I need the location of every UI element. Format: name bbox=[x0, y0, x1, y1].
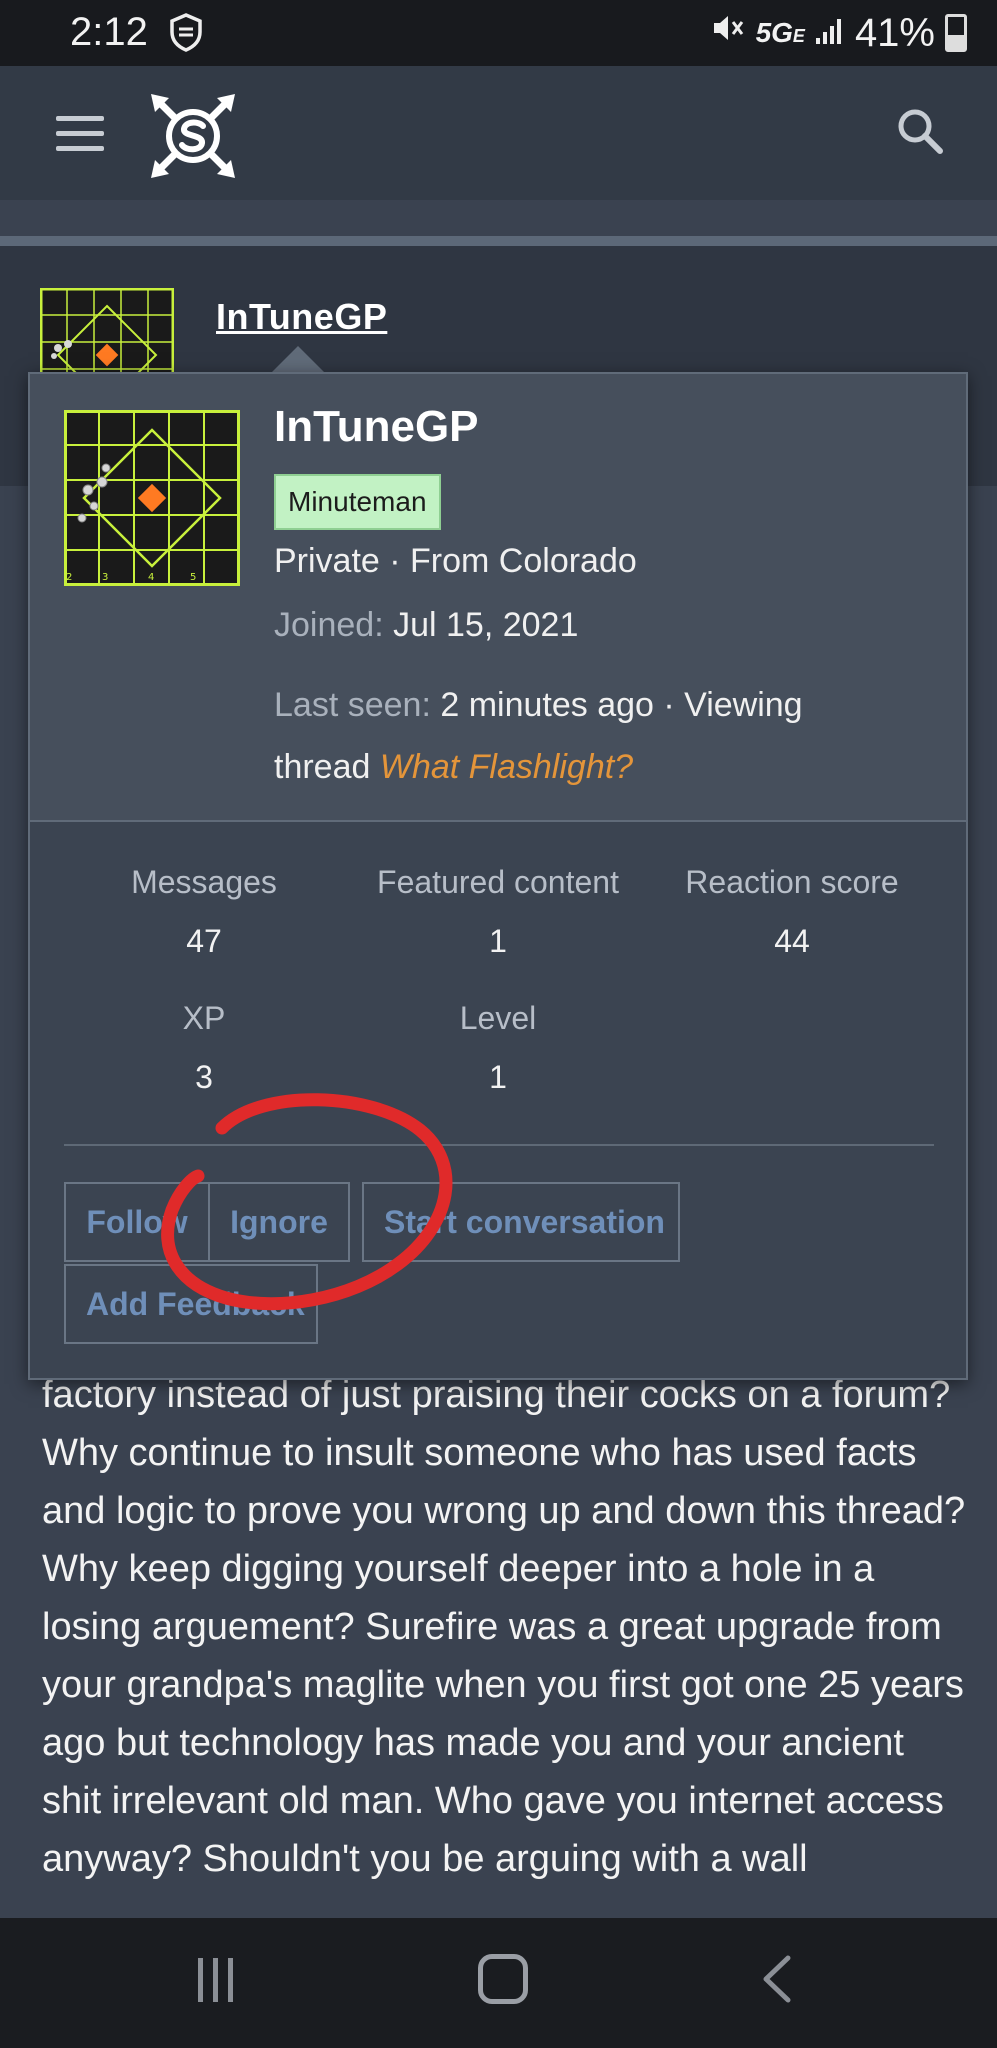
stat-reaction: Reaction score 44 bbox=[662, 864, 922, 960]
viewing-thread-link[interactable]: What Flashlight? bbox=[380, 748, 633, 786]
stat-label: Level bbox=[459, 1000, 537, 1036]
stat-xp: XP 3 bbox=[74, 1000, 334, 1096]
target-number: 5 bbox=[190, 572, 196, 583]
viewing-prefix: thread bbox=[274, 748, 371, 786]
search-icon[interactable] bbox=[895, 106, 945, 161]
popup-header: 2 3 4 5 InTuneGP Minuteman Private · Fro… bbox=[30, 374, 966, 822]
stat-value: 44 bbox=[774, 923, 810, 959]
stat-featured: Featured content 1 bbox=[368, 864, 628, 960]
battery-icon bbox=[945, 14, 967, 52]
stat-label: Featured content bbox=[377, 864, 619, 900]
site-logo-icon[interactable] bbox=[145, 88, 241, 189]
stat-label: Reaction score bbox=[685, 864, 899, 900]
last-seen-label: Last seen: bbox=[274, 686, 431, 724]
stat-value: 1 bbox=[489, 923, 507, 959]
stat-value: 47 bbox=[186, 923, 222, 959]
stat-value: 1 bbox=[489, 1059, 507, 1095]
stat-value: 3 bbox=[195, 1059, 213, 1095]
post-username[interactable]: InTuneGP bbox=[216, 296, 387, 338]
post-body: factory instead of just praising their c… bbox=[42, 1374, 966, 1880]
shield-icon bbox=[168, 12, 204, 57]
stat-label: XP bbox=[182, 1000, 226, 1036]
last-seen-line: Last seen: 2 minutes ago · Viewing threa… bbox=[274, 674, 934, 798]
last-seen-value: 2 minutes ago · Viewing bbox=[440, 686, 803, 724]
popup-arrow bbox=[272, 346, 324, 372]
joined-line: Joined: Jul 15, 2021 bbox=[274, 606, 578, 645]
battery-percent: 41% bbox=[854, 10, 935, 55]
start-conversation-button[interactable]: Start conversation bbox=[362, 1182, 680, 1262]
target-number: 3 bbox=[102, 572, 108, 583]
target-number: 2 bbox=[66, 572, 72, 583]
rank-location: Private · From Colorado bbox=[274, 542, 637, 580]
menu-icon[interactable] bbox=[56, 116, 104, 161]
target-number: 4 bbox=[148, 572, 154, 583]
status-bar: 2:12 5GE 41% bbox=[0, 0, 997, 66]
stat-level: Level 1 bbox=[368, 1000, 628, 1096]
stat-messages: Messages 47 bbox=[74, 864, 334, 960]
ignore-button[interactable]: Ignore bbox=[208, 1182, 350, 1262]
signal-icon bbox=[815, 11, 845, 56]
status-right: 5GE 41% bbox=[710, 10, 967, 56]
joined-label: Joined: bbox=[274, 606, 384, 644]
mute-icon bbox=[710, 10, 746, 56]
section-divider bbox=[0, 236, 997, 246]
status-time: 2:12 bbox=[70, 10, 148, 54]
joined-value: Jul 15, 2021 bbox=[393, 606, 579, 644]
add-feedback-button[interactable]: Add Feedback bbox=[64, 1264, 318, 1344]
app-bar bbox=[0, 66, 997, 200]
profile-popup: 2 3 4 5 InTuneGP Minuteman Private · Fro… bbox=[28, 372, 968, 1380]
profile-username[interactable]: InTuneGP bbox=[274, 402, 479, 452]
system-nav-bar bbox=[0, 1918, 997, 2048]
follow-button[interactable]: Follow bbox=[64, 1182, 210, 1262]
back-icon[interactable] bbox=[760, 1954, 794, 2009]
stats-divider bbox=[64, 1144, 934, 1146]
network-type: 5GE bbox=[755, 17, 805, 48]
recent-apps-icon[interactable] bbox=[198, 1958, 233, 2002]
profile-avatar[interactable]: 2 3 4 5 bbox=[64, 410, 240, 586]
stat-label: Messages bbox=[131, 864, 277, 900]
user-badge: Minuteman bbox=[274, 474, 441, 530]
home-icon[interactable] bbox=[478, 1954, 528, 2004]
